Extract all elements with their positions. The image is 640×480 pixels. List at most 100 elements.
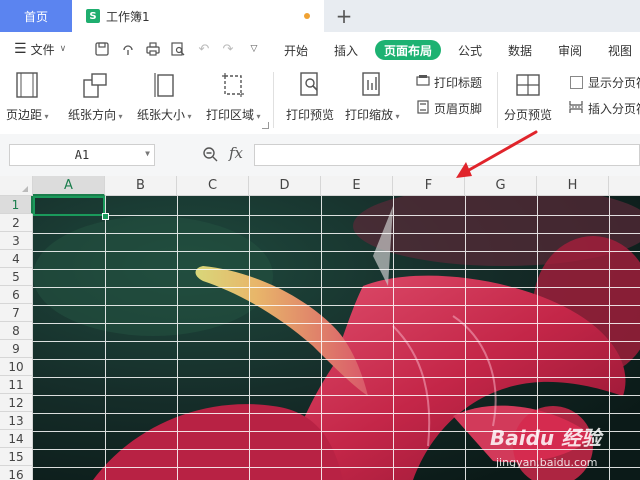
row-header-11[interactable]: 11 — [0, 376, 33, 394]
menu-bar: ☰ 文件 ∨ ↶ ↷ ▽ 开始 插入 页面布局 公式 数据 审阅 视图 — [0, 32, 640, 66]
column-header-next[interactable] — [609, 176, 640, 196]
show-page-breaks-label: 显示分页符 — [588, 75, 640, 90]
unsaved-dot-icon — [304, 13, 310, 19]
paper-size-label: 纸张大小 — [137, 108, 186, 122]
tab-formulas[interactable]: 公式 — [450, 40, 490, 60]
zoom-icon[interactable] — [202, 146, 218, 162]
spreadsheet-icon: S — [86, 9, 100, 23]
orientation-label: 纸张方向 — [68, 108, 117, 122]
watermark-url: jingyan.baidu.com — [496, 456, 598, 469]
workbook-title: 工作簿1 — [106, 9, 150, 24]
new-tab-button[interactable]: + — [332, 4, 356, 28]
save-icon[interactable] — [94, 41, 110, 57]
header-footer-button[interactable]: 页眉页脚 — [416, 98, 482, 118]
print-titles-button[interactable]: 打印标题 — [416, 72, 482, 92]
undo-icon[interactable]: ↶ — [196, 41, 212, 57]
row-header-14[interactable]: 14 — [0, 430, 33, 448]
redo-icon[interactable]: ↷ — [220, 41, 236, 57]
tab-start[interactable]: 开始 — [276, 40, 316, 60]
fill-handle[interactable] — [102, 213, 109, 220]
column-header-g[interactable]: G — [465, 176, 537, 196]
tab-page-layout[interactable]: 页面布局 — [375, 40, 441, 60]
row-header-15[interactable]: 15 — [0, 448, 33, 466]
print-preview-button[interactable]: 打印预览 — [286, 70, 334, 123]
column-header-b[interactable]: B — [105, 176, 177, 196]
name-box[interactable]: A1 ▼ — [9, 144, 155, 166]
spreadsheet-grid: ABCDEFGH 1 2 3 4 5 6 7 8 9 10 11 12 13 14 15 16 Baidu 经… — [0, 176, 640, 480]
print-preview-label: 打印预览 — [286, 108, 335, 122]
watermark-main-text: Baidu 经验 — [490, 426, 602, 450]
print-preview-icon[interactable] — [170, 41, 186, 57]
insert-page-break-button[interactable]: 插入分页符 — [568, 98, 640, 118]
paper-size-button[interactable]: 纸张大小 ▾ — [137, 70, 192, 123]
tab-workbook[interactable]: S 工作簿1 — [72, 0, 324, 32]
formula-bar: A1 ▼ fx — [0, 134, 640, 176]
ribbon-expand-corner-icon[interactable] — [262, 122, 269, 129]
page-break-preview-icon — [514, 70, 542, 100]
row-header-8[interactable]: 8 — [0, 322, 33, 340]
row-header-9[interactable]: 9 — [0, 340, 33, 358]
margins-button[interactable]: 页边距 ▾ — [6, 70, 49, 123]
hamburger-icon: ☰ — [14, 41, 27, 57]
print-scale-icon — [358, 70, 386, 100]
tab-view[interactable]: 视图 — [600, 40, 640, 60]
row-header-7[interactable]: 7 — [0, 304, 33, 322]
selected-cell-a1[interactable] — [33, 196, 105, 216]
formula-input[interactable] — [254, 144, 640, 166]
paper-size-icon — [150, 70, 178, 100]
row-header-13[interactable]: 13 — [0, 412, 33, 430]
checkbox-icon — [570, 75, 583, 89]
tab-review[interactable]: 审阅 — [550, 40, 590, 60]
column-header-d[interactable]: D — [249, 176, 321, 196]
insert-page-break-icon — [568, 100, 584, 117]
column-header-a[interactable]: A — [33, 176, 105, 196]
print-titles-label: 打印标题 — [434, 75, 483, 90]
print-area-button[interactable]: 打印区域 ▾ — [206, 70, 261, 123]
print-scale-label: 打印缩放 — [345, 108, 394, 122]
margins-label: 页边距 — [6, 108, 43, 122]
print-scale-button[interactable]: 打印缩放 ▾ — [345, 70, 400, 123]
tab-home[interactable]: 首页 — [0, 0, 72, 32]
insert-page-break-label: 插入分页符 — [588, 101, 640, 116]
orientation-icon — [81, 70, 109, 100]
ribbon-separator — [273, 72, 274, 128]
print-preview-large-icon — [296, 70, 324, 100]
print-icon[interactable] — [145, 41, 161, 57]
row-header-6[interactable]: 6 — [0, 286, 33, 304]
row-header-3[interactable]: 3 — [0, 232, 33, 250]
margins-icon — [13, 70, 41, 100]
quick-access-more-icon[interactable]: ▽ — [246, 41, 262, 57]
chevron-down-icon: ∨ — [59, 44, 67, 54]
select-all-corner[interactable] — [0, 176, 33, 196]
page-break-preview-button[interactable]: 分页预览 — [504, 70, 552, 123]
ribbon-separator — [497, 72, 498, 128]
column-header-f[interactable]: F — [393, 176, 465, 196]
orientation-button[interactable]: 纸张方向 ▾ — [68, 70, 123, 123]
show-page-breaks-checkbox[interactable]: 显示分页符 — [570, 72, 640, 92]
row-header-1[interactable]: 1 — [0, 196, 33, 214]
row-header-10[interactable]: 10 — [0, 358, 33, 376]
export-icon[interactable] — [120, 41, 136, 57]
row-header-16[interactable]: 16 — [0, 466, 33, 480]
column-header-e[interactable]: E — [321, 176, 393, 196]
tab-data[interactable]: 数据 — [500, 40, 540, 60]
print-area-label: 打印区域 — [206, 108, 255, 122]
row-header-4[interactable]: 4 — [0, 250, 33, 268]
baidu-watermark: Baidu 经验 jingyan.baidu.com — [490, 422, 638, 480]
tab-insert[interactable]: 插入 — [326, 40, 366, 60]
column-header-c[interactable]: C — [177, 176, 249, 196]
row-header-12[interactable]: 12 — [0, 394, 33, 412]
chevron-down-icon: ▼ — [145, 149, 150, 158]
tab-bar: 首页 S 工作簿1 + — [0, 0, 640, 32]
file-menu-label: 文件 — [30, 42, 55, 57]
row-header-2[interactable]: 2 — [0, 214, 33, 232]
fx-icon[interactable]: fx — [229, 144, 243, 162]
print-titles-icon — [416, 74, 430, 91]
header-footer-label: 页眉页脚 — [434, 101, 483, 116]
file-menu[interactable]: ☰ 文件 ∨ — [14, 32, 66, 66]
header-footer-icon — [416, 99, 430, 117]
column-header-h[interactable]: H — [537, 176, 609, 196]
ribbon: 页边距 ▾ 纸张方向 ▾ 纸张大小 ▾ 打印区域 ▾ 打印预览 打印缩放 ▾ 打… — [0, 66, 640, 135]
cell-reference: A1 — [74, 148, 90, 162]
row-header-5[interactable]: 5 — [0, 268, 33, 286]
